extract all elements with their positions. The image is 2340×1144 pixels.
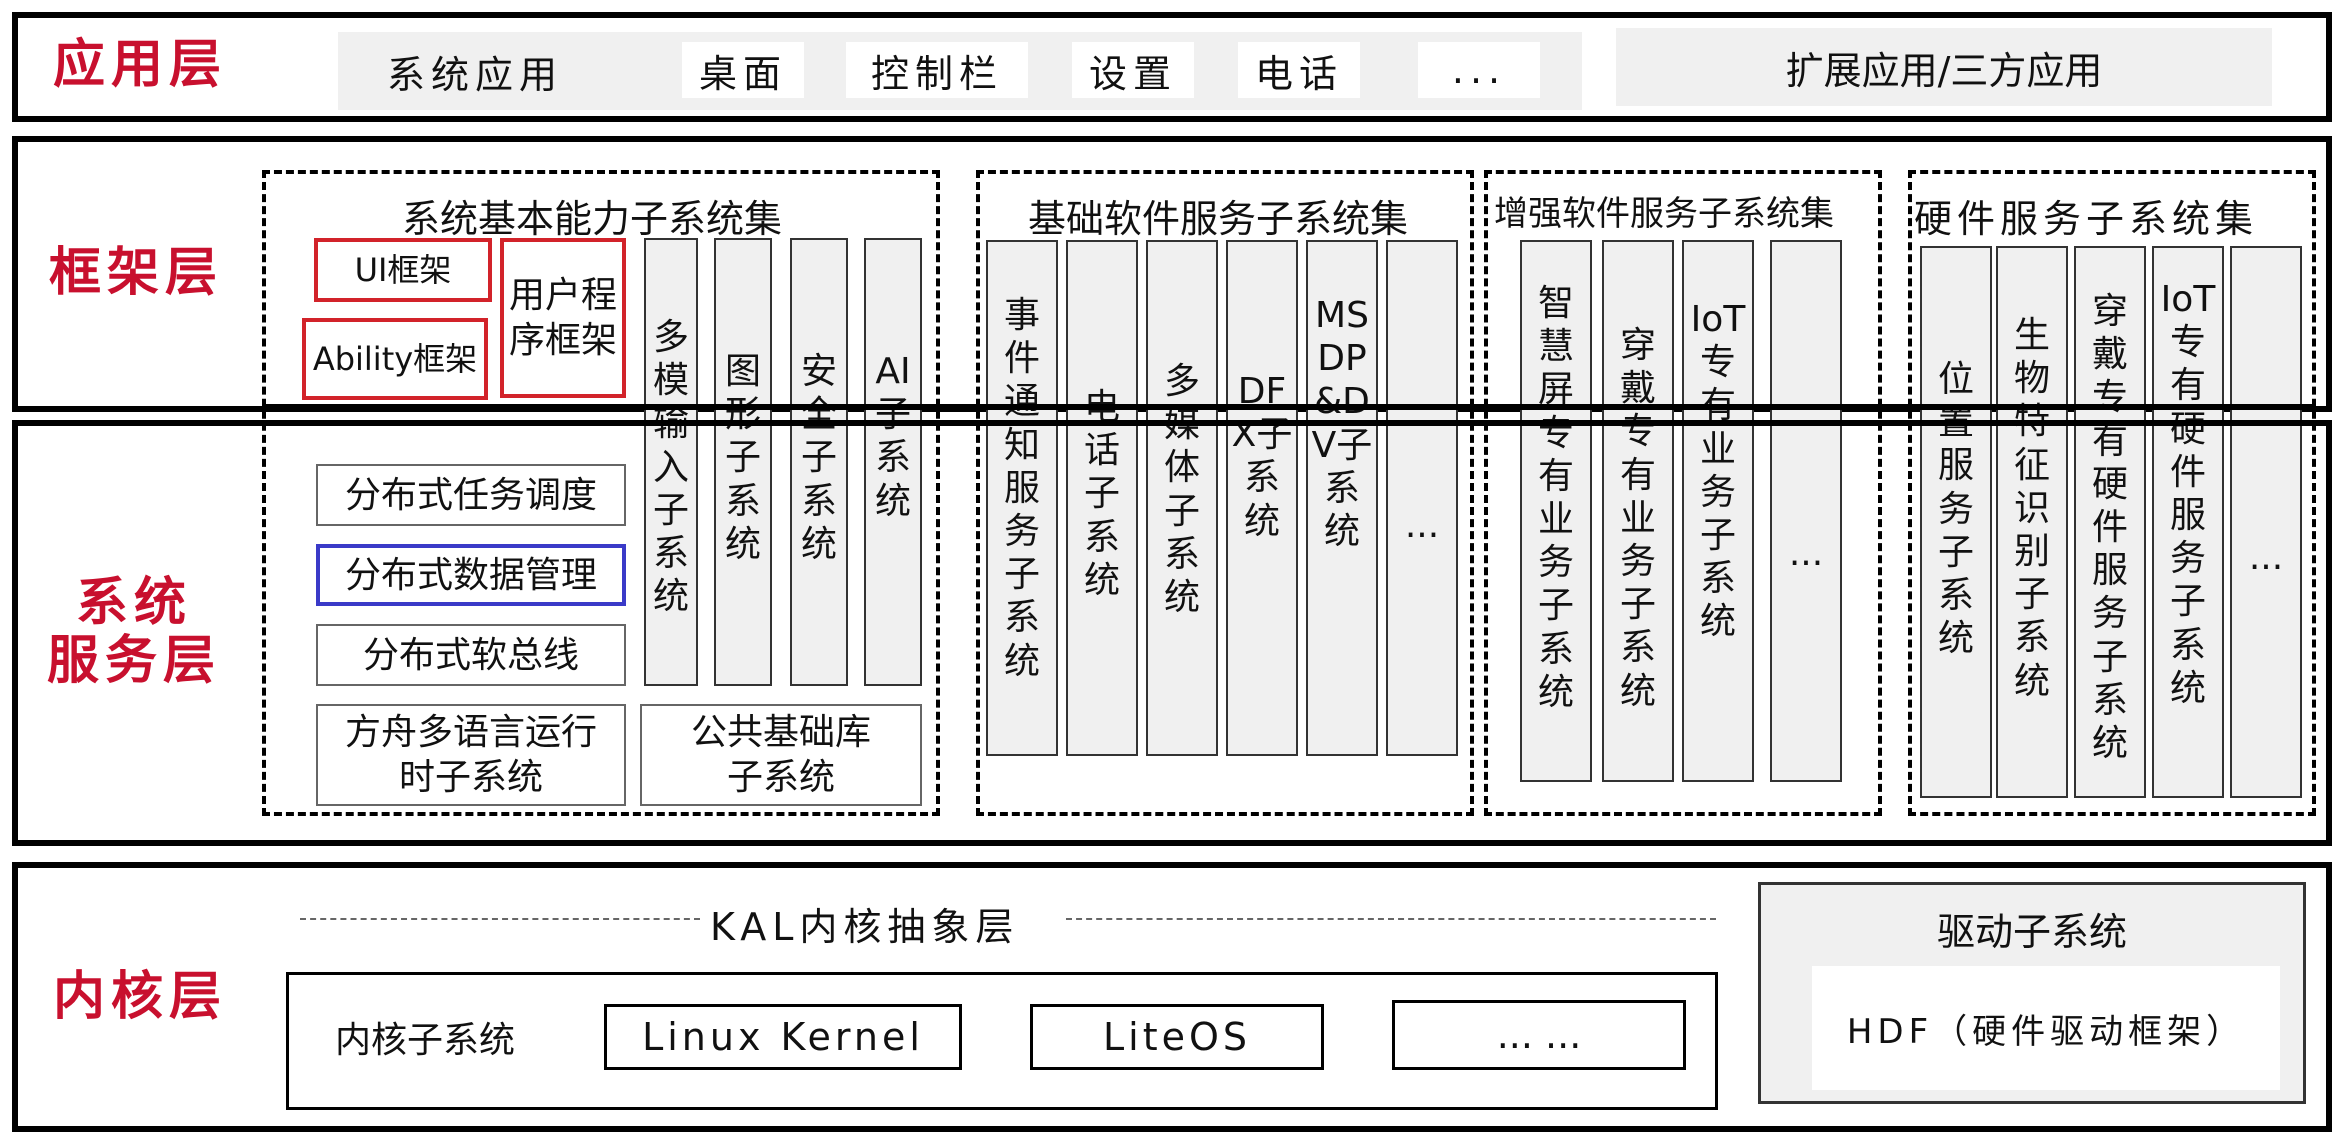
graphics-column[interactable]: 图形子系统	[714, 238, 772, 686]
basic-software-title: 基础软件服务子系统集	[1028, 197, 1409, 241]
column-label: 事件通知服务子系统	[1003, 295, 1040, 682]
security-column[interactable]: 安全子系统	[790, 238, 848, 686]
enhanced-software-title: 增强软件服务子系统集	[1494, 194, 1834, 234]
app-phone[interactable]: 电话	[1238, 42, 1360, 98]
app-control-bar[interactable]: 控制栏	[846, 42, 1028, 98]
wearable-business-column[interactable]: 穿戴专有业务子系统	[1602, 240, 1674, 782]
ark-runtime-subsystem[interactable]: 方舟多语言运行 时子系统	[316, 704, 626, 806]
kernel-subsystem-label: 内核子系统	[334, 1020, 515, 1061]
enhanced-more-column[interactable]: ...	[1770, 240, 1842, 782]
framework-layer-label: 框架层	[48, 243, 223, 303]
liteos-box[interactable]: LiteOS	[1030, 1004, 1324, 1070]
wearable-hardware-column[interactable]: 穿戴专有硬件服务子系统	[2074, 246, 2146, 798]
column-label: 穿戴专有业务子系统	[1619, 325, 1656, 712]
column-label: AI子系统	[874, 351, 911, 522]
extension-apps[interactable]: 扩展应用/三方应用	[1616, 28, 2272, 106]
linux-kernel-box[interactable]: Linux Kernel	[604, 1004, 962, 1070]
app-settings[interactable]: 设置	[1072, 42, 1194, 98]
column-label: 安全子系统	[800, 351, 837, 565]
column-label: IoT专有硬件服务子系统	[2160, 279, 2216, 709]
column-label: 多媒体子系统	[1163, 361, 1200, 618]
hardware-service-title: 硬件服务子系统集	[1914, 197, 2259, 241]
system-apps-label: 系统应用	[386, 52, 563, 97]
smart-screen-column[interactable]: 智慧屏专有业务子系统	[1520, 240, 1592, 782]
ui-framework-box[interactable]: UI框架	[314, 238, 492, 302]
iot-hardware-column[interactable]: IoT专有硬件服务子系统	[2152, 246, 2224, 798]
system-service-layer-label: 系统 服务层	[46, 573, 221, 692]
kal-label: KAL内核抽象层	[710, 905, 1020, 949]
msdp-dv-column[interactable]: MSDP&DV子系统	[1306, 240, 1378, 756]
multimodal-input-column[interactable]: 多模输入子系统	[644, 238, 698, 686]
multimedia-column[interactable]: 多媒体子系统	[1146, 240, 1218, 756]
ability-framework-box[interactable]: Ability框架	[302, 318, 488, 400]
column-label: 电话子系统	[1083, 387, 1120, 601]
layer-separator-line	[262, 404, 2316, 410]
column-label: 多模输入子系统	[652, 317, 689, 618]
distributed-data-management[interactable]: 分布式数据管理	[316, 544, 626, 606]
hdf-box[interactable]: HDF（硬件驱动框架）	[1812, 966, 2280, 1090]
app-desktop[interactable]: 桌面	[682, 42, 804, 98]
basic-capability-title: 系统基本能力子系统集	[402, 197, 783, 241]
column-label: 智慧屏专有业务子系统	[1537, 283, 1574, 713]
kal-dotted-line-right	[1066, 918, 1716, 920]
driver-subsystem-label: 驱动子系统	[1936, 909, 2127, 954]
iot-business-column[interactable]: IoT专有业务子系统	[1682, 240, 1754, 782]
column-label: IoT专有业务子系统	[1690, 299, 1746, 643]
distributed-task-scheduling[interactable]: 分布式任务调度	[316, 464, 626, 526]
column-label: 穿戴专有硬件服务子系统	[2091, 291, 2128, 764]
column-label: MSDP&DV子系统	[1311, 295, 1373, 552]
telephony-column[interactable]: 电话子系统	[1066, 240, 1138, 756]
column-label: 图形子系统	[724, 351, 761, 565]
layer-separator-line-2	[262, 420, 2316, 426]
event-notification-column[interactable]: 事件通知服务子系统	[986, 240, 1058, 756]
user-program-framework-box[interactable]: 用户程 序框架	[500, 238, 626, 398]
column-label: ...	[2248, 537, 2284, 578]
distributed-soft-bus[interactable]: 分布式软总线	[316, 624, 626, 686]
basic-software-more-column[interactable]: ...	[1386, 240, 1458, 756]
ai-column[interactable]: AI子系统	[864, 238, 922, 686]
dfx-column[interactable]: DFX子系统	[1226, 240, 1298, 756]
column-label: 生物特征识别子系统	[2013, 315, 2050, 702]
location-service-column[interactable]: 位置服务子系统	[1920, 246, 1992, 798]
kernel-more-box[interactable]: ... ...	[1392, 1000, 1686, 1070]
common-base-library[interactable]: 公共基础库 子系统	[640, 704, 922, 806]
kernel-layer-label: 内核层	[52, 967, 227, 1027]
kal-dotted-line-left	[300, 918, 700, 920]
biometric-column[interactable]: 生物特征识别子系统	[1996, 246, 2068, 798]
hardware-more-column[interactable]: ...	[2230, 246, 2302, 798]
column-label: 位置服务子系统	[1937, 359, 1974, 660]
app-more[interactable]: ...	[1418, 42, 1540, 98]
application-layer-label: 应用层	[52, 35, 227, 95]
